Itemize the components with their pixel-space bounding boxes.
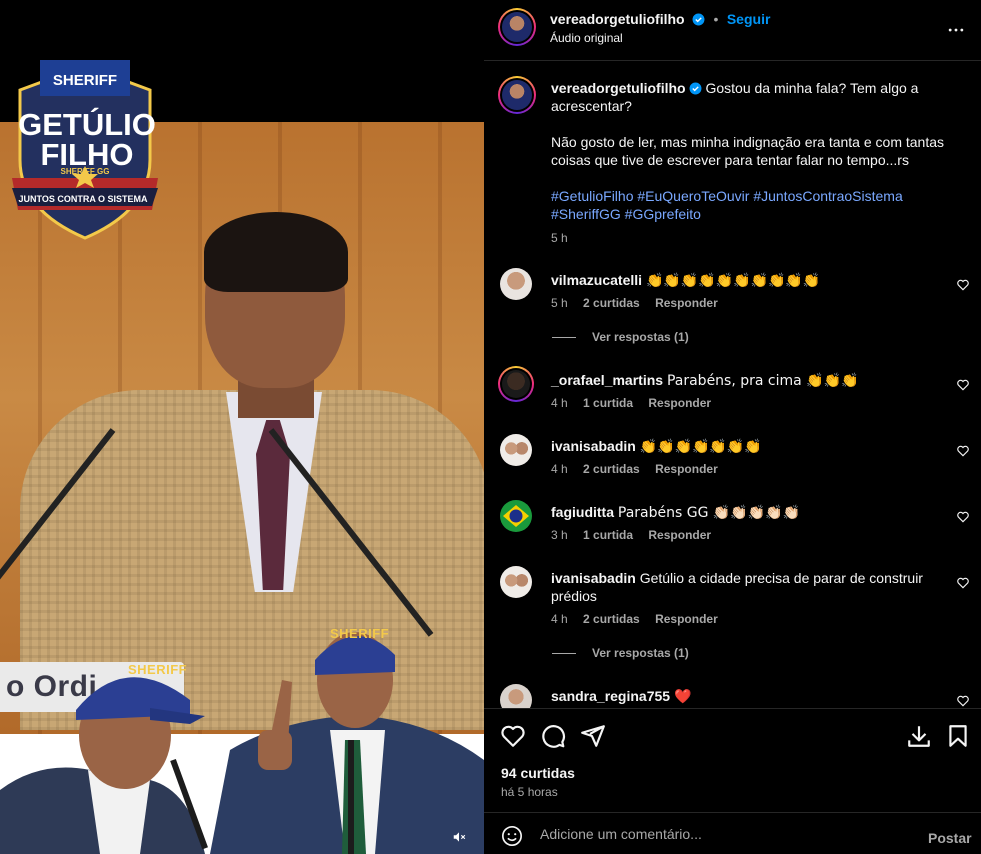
post-time: há 5 horas [501,785,558,799]
comment-meta: 4 h 2 curtidas Responder [551,462,718,476]
caption-author-avatar[interactable] [498,76,536,114]
post-header: vereadorgetuliofilho • Seguir Áudio orig… [484,0,981,61]
comment-text: 👏👏👏👏👏👏👏 [639,439,762,455]
author-username[interactable]: vereadorgetuliofilho [550,11,685,27]
badge-subtitle: SHERIFF GG [60,167,110,176]
comment-heart-icon[interactable] [956,444,970,458]
comment-time: 4 h [551,612,568,626]
comment-icon[interactable] [540,723,566,749]
verified-badge-icon [692,13,705,26]
comment-meta: 4 h 2 curtidas Responder [551,612,718,626]
add-comment-bar: Postar [484,812,981,854]
comment-heart-icon[interactable] [956,278,970,292]
cap-right-text: SHERIFF [330,626,390,641]
comment-heart-icon[interactable] [956,576,970,590]
comment-meta: 4 h 1 curtida Responder [551,396,711,410]
comment-username[interactable]: sandra_regina755 [551,688,670,704]
comment-time: 3 h [551,528,568,542]
comment-time: 5 h [551,296,568,310]
cap-left-text: SHERIFF [128,662,188,677]
comment-heart-icon[interactable] [956,378,970,392]
caption-time: 5 h [551,231,568,245]
comment-body: ivanisabadin 👏👏👏👏👏👏👏 [551,437,941,456]
comments-scroll-area[interactable]: vereadorgetuliofilho Gostou da minha fal… [484,62,981,708]
view-replies-button[interactable]: Ver respostas (1) [552,330,689,344]
commenter-avatar[interactable] [500,434,532,466]
author-avatar[interactable] [498,8,536,46]
comment-meta: 3 h 1 curtida Responder [551,528,711,542]
comment-username[interactable]: ivanisabadin [551,570,636,586]
post-action-bar: 94 curtidas há 5 horas [484,708,981,812]
follow-button[interactable]: Seguir [727,11,771,27]
post-comment-button[interactable]: Postar [928,830,972,846]
caption-hashtags[interactable]: #GetulioFilho #EuQueroTeOuvir #JuntosCon… [551,187,951,223]
reply-button[interactable]: Responder [648,528,711,542]
badge-title: GETÚLIO FILHO [18,107,156,172]
commenter-avatar[interactable] [500,268,532,300]
comment-text: Parabéns, pra cima 👏👏👏 [666,373,859,389]
verified-badge-icon [689,82,702,95]
comment-body: sandra_regina755 ❤️ [551,687,941,706]
commenter-avatar[interactable] [498,366,534,402]
sheriff-photo-overlay [0,632,484,854]
comment-text: 👏👏👏👏👏👏👏👏👏👏 [645,273,821,289]
comment-likes[interactable]: 1 curtida [583,528,633,542]
heart-icon[interactable] [500,723,526,749]
send-icon[interactable] [580,723,606,749]
reply-button[interactable]: Responder [655,296,718,310]
header-separator: • [713,11,719,27]
comment-input[interactable] [540,826,900,842]
mute-toggle-button[interactable] [448,826,470,848]
caption-text-block: vereadorgetuliofilho Gostou da minha fal… [551,79,951,247]
comment-text: Parabéns GG 👏🏻👏🏻👏🏻👏🏻👏🏻 [617,505,801,521]
comment-username[interactable]: ivanisabadin [551,438,636,454]
reply-button[interactable]: Responder [648,396,711,410]
original-audio-link[interactable]: Áudio original [550,31,623,45]
more-icon[interactable] [946,20,966,40]
reply-button[interactable]: Responder [655,462,718,476]
comment-body: fagiuditta Parabéns GG 👏🏻👏🏻👏🏻👏🏻👏🏻 [551,503,941,522]
comment-body: vilmazucatelli 👏👏👏👏👏👏👏👏👏👏 [551,271,941,290]
reply-button[interactable]: Responder [655,612,718,626]
comment-time: 4 h [551,396,568,410]
comment-heart-icon[interactable] [956,510,970,524]
caption-line-2: Não gosto de ler, mas minha indignação e… [551,134,945,168]
comment-body: ivanisabadin Getúlio a cidade precisa de… [551,569,941,605]
comment-heart-icon[interactable] [956,694,970,708]
comment-username[interactable]: _orafael_martins [551,372,663,388]
reel-video[interactable]: o Ordi SHERIFF SHERIFF SHERIFF GETÚLIO F… [0,0,484,854]
commenter-avatar[interactable] [500,684,532,708]
comment-likes[interactable]: 2 curtidas [583,612,640,626]
comment-likes[interactable]: 1 curtida [583,396,633,410]
brazil-flag-avatar[interactable] [500,500,532,532]
badge-sheriff-text: SHERIFF [52,72,118,89]
caption-username[interactable]: vereadorgetuliofilho [551,80,686,96]
muted-speaker-icon [453,832,466,842]
comment-time: 4 h [551,462,568,476]
post-detail-panel: vereadorgetuliofilho • Seguir Áudio orig… [484,0,981,854]
comment-likes[interactable]: 2 curtidas [583,462,640,476]
emoji-icon[interactable] [501,825,523,847]
comment-likes[interactable]: 2 curtidas [583,296,640,310]
download-icon[interactable] [906,723,932,749]
bookmark-icon[interactable] [945,723,971,749]
likes-count[interactable]: 94 curtidas [501,765,575,781]
commenter-avatar[interactable] [500,566,532,598]
view-replies-button[interactable]: Ver respostas (1) [552,646,689,660]
comment-username[interactable]: fagiuditta [551,504,614,520]
comment-meta: 5 h 2 curtidas Responder [551,296,718,310]
speaker-hair [204,212,348,292]
comment-text: ❤️ [673,689,692,705]
comment-username[interactable]: vilmazucatelli [551,272,642,288]
badge-ribbon-text: JUNTOS CONTRA O SISTEMA [18,194,148,204]
comment-body: _orafael_martins Parabéns, pra cima 👏👏👏 [551,371,941,390]
